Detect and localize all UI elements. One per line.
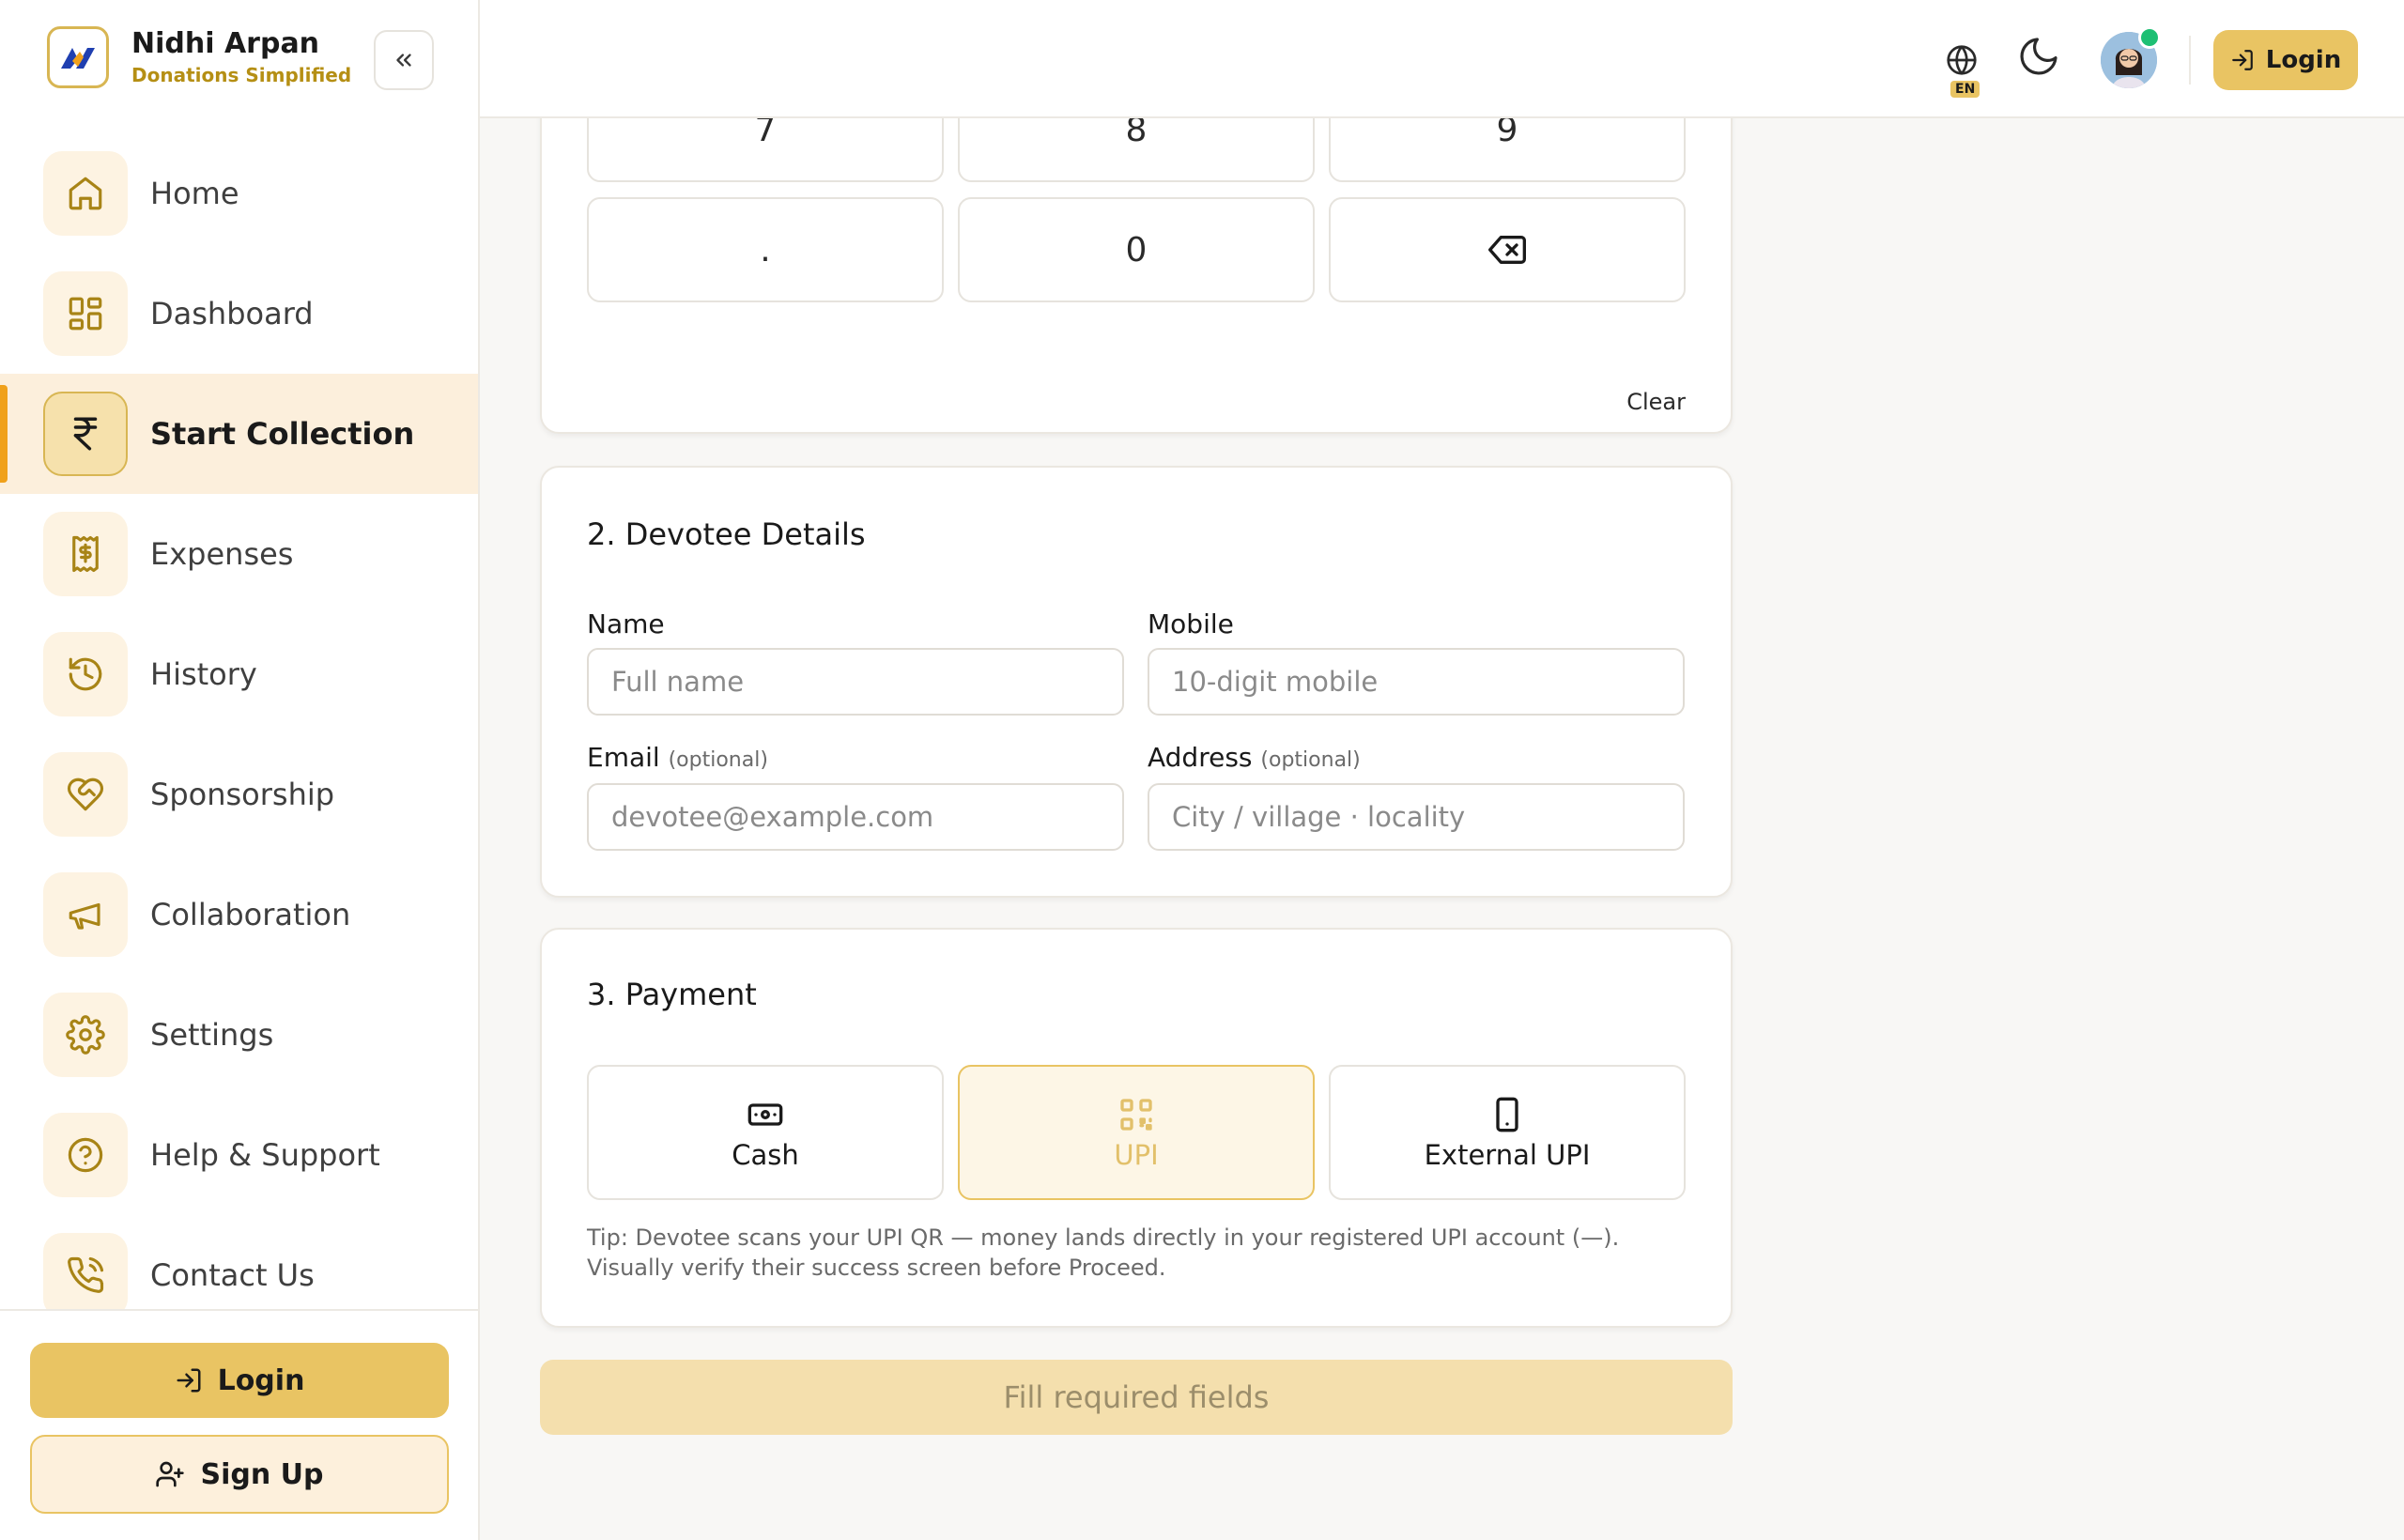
sidebar-item-sponsorship[interactable]: Sponsorship bbox=[0, 734, 478, 855]
mobile-label: Mobile bbox=[1148, 608, 1234, 639]
topbar-divider bbox=[2189, 36, 2191, 85]
keypad-clear-button[interactable]: Clear bbox=[1626, 389, 1686, 415]
sidebar: Nidhi Arpan Donations Simplified Home Da… bbox=[0, 0, 480, 1540]
brand-name: Nidhi Arpan bbox=[131, 27, 320, 60]
sidebar-item-collaboration[interactable]: Collaboration bbox=[0, 855, 478, 975]
moon-icon bbox=[2020, 38, 2057, 75]
sidebar-item-label: Home bbox=[150, 176, 239, 211]
email-label: Email (optional) bbox=[587, 742, 768, 773]
submit-button[interactable]: Fill required fields bbox=[540, 1360, 1733, 1435]
devotee-section-title: 2. Devotee Details bbox=[587, 516, 866, 552]
sidebar-signup-label: Sign Up bbox=[200, 1457, 324, 1491]
email-label-text: Email bbox=[587, 742, 660, 773]
sidebar-signup-button[interactable]: Sign Up bbox=[30, 1435, 449, 1514]
help-icon bbox=[43, 1113, 128, 1197]
mobile-field[interactable] bbox=[1148, 648, 1685, 716]
home-icon bbox=[43, 151, 128, 236]
address-label: Address (optional) bbox=[1148, 742, 1361, 773]
sidebar-item-label: Contact Us bbox=[150, 1257, 315, 1293]
login-icon bbox=[175, 1366, 203, 1394]
globe-icon bbox=[1947, 45, 1977, 75]
sidebar-item-label: Sponsorship bbox=[150, 777, 335, 812]
sidebar-item-history[interactable]: History bbox=[0, 614, 478, 734]
payment-option-label: UPI bbox=[1114, 1139, 1159, 1171]
brand-logo-icon bbox=[47, 26, 109, 88]
sidebar-login-button[interactable]: Login bbox=[30, 1343, 449, 1418]
sidebar-item-expenses[interactable]: Expenses bbox=[0, 494, 478, 614]
brand-tagline: Donations Simplified bbox=[131, 64, 352, 86]
sidebar-item-help-support[interactable]: Help & Support bbox=[0, 1095, 478, 1215]
devotee-details-card: 2. Devotee Details Name Mobile Email (op… bbox=[540, 466, 1733, 898]
keypad-key-8[interactable]: 8 bbox=[958, 118, 1315, 182]
login-icon bbox=[2230, 48, 2255, 72]
megaphone-icon bbox=[43, 872, 128, 957]
name-field[interactable] bbox=[587, 648, 1124, 716]
sidebar-login-label: Login bbox=[217, 1363, 305, 1397]
backspace-icon bbox=[1488, 236, 1526, 264]
sidebar-item-label: Start Collection bbox=[150, 416, 415, 452]
sidebar-item-home[interactable]: Home bbox=[0, 133, 478, 254]
keypad-backspace-button[interactable] bbox=[1329, 197, 1686, 302]
amount-keypad-card: 7 8 9 . 0 Clear bbox=[540, 118, 1733, 434]
sidebar-footer: Login Sign Up bbox=[0, 1309, 478, 1540]
address-field[interactable] bbox=[1148, 783, 1685, 851]
qr-code-icon bbox=[1117, 1094, 1155, 1135]
sidebar-item-label: Settings bbox=[150, 1017, 274, 1053]
payment-option-label: External UPI bbox=[1424, 1139, 1591, 1171]
phone-device-icon bbox=[1488, 1094, 1526, 1135]
main-content: 7 8 9 . 0 Clear 2. Devotee Details Name … bbox=[480, 118, 2404, 1540]
email-field[interactable] bbox=[587, 783, 1124, 851]
topbar-login-label: Login bbox=[2265, 46, 2342, 74]
address-label-text: Address bbox=[1148, 742, 1253, 773]
payment-option-label: Cash bbox=[732, 1139, 799, 1171]
phone-icon bbox=[43, 1233, 128, 1317]
address-optional-hint: (optional) bbox=[1260, 748, 1361, 772]
sidebar-item-label: Help & Support bbox=[150, 1137, 380, 1173]
receipt-icon bbox=[43, 512, 128, 596]
sidebar-item-label: Expenses bbox=[150, 536, 294, 572]
sidebar-nav: Home Dashboard Start Collection Expenses bbox=[0, 133, 478, 1335]
rupee-icon bbox=[43, 392, 128, 476]
app-root: Nidhi Arpan Donations Simplified Home Da… bbox=[0, 0, 2404, 1540]
chevrons-left-icon bbox=[396, 54, 411, 67]
keypad-key-0[interactable]: 0 bbox=[958, 197, 1315, 302]
keypad-key-decimal[interactable]: . bbox=[587, 197, 944, 302]
sidebar-item-label: Collaboration bbox=[150, 897, 351, 932]
payment-option-cash[interactable]: Cash bbox=[587, 1065, 944, 1200]
user-plus-icon bbox=[155, 1459, 185, 1489]
brand-text: Nidhi Arpan Donations Simplified bbox=[131, 27, 351, 87]
gear-icon bbox=[43, 993, 128, 1077]
payment-section-title: 3. Payment bbox=[587, 977, 757, 1012]
topbar: EN Login bbox=[480, 0, 2404, 118]
sidebar-item-dashboard[interactable]: Dashboard bbox=[0, 254, 478, 374]
name-label: Name bbox=[587, 608, 665, 639]
history-icon bbox=[43, 632, 128, 716]
language-button[interactable]: EN bbox=[1934, 36, 1990, 101]
cash-icon bbox=[747, 1094, 784, 1135]
payment-option-upi[interactable]: UPI bbox=[958, 1065, 1315, 1200]
online-status-dot bbox=[2138, 26, 2161, 49]
payment-card: 3. Payment Cash UPI External UPI Tip: De… bbox=[540, 928, 1733, 1328]
keypad-key-9[interactable]: 9 bbox=[1329, 118, 1686, 182]
sidebar-item-label: Dashboard bbox=[150, 296, 314, 331]
collapse-sidebar-button[interactable] bbox=[374, 30, 434, 90]
sidebar-item-settings[interactable]: Settings bbox=[0, 975, 478, 1095]
sidebar-item-label: History bbox=[150, 656, 257, 692]
heart-handshake-icon bbox=[43, 752, 128, 837]
topbar-login-button[interactable]: Login bbox=[2213, 30, 2358, 90]
brand[interactable]: Nidhi Arpan Donations Simplified bbox=[47, 24, 351, 90]
sidebar-item-start-collection[interactable]: Start Collection bbox=[0, 374, 478, 494]
payment-option-external-upi[interactable]: External UPI bbox=[1329, 1065, 1686, 1200]
payment-tip: Tip: Devotee scans your UPI QR — money l… bbox=[587, 1224, 1620, 1281]
keypad-key-7[interactable]: 7 bbox=[587, 118, 944, 182]
dashboard-icon bbox=[43, 271, 128, 356]
language-badge: EN bbox=[1950, 81, 1980, 98]
email-optional-hint: (optional) bbox=[668, 748, 768, 772]
theme-toggle-button[interactable] bbox=[2016, 34, 2067, 85]
